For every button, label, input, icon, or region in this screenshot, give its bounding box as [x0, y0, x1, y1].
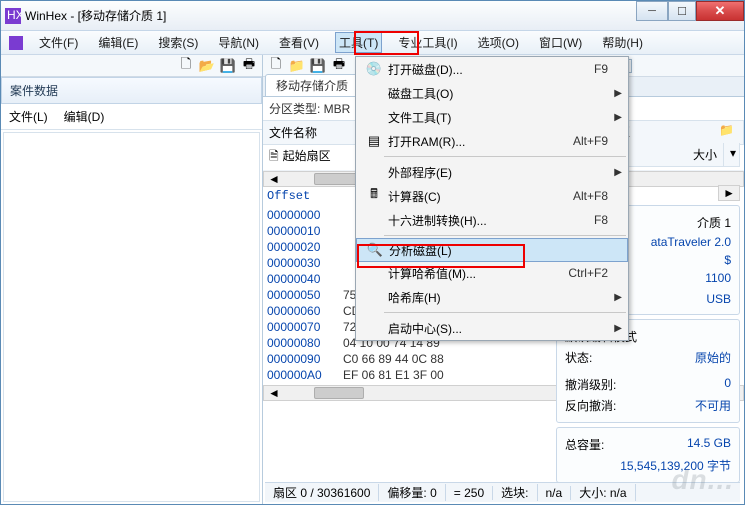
svg-text:HX: HX: [7, 8, 21, 22]
close-button[interactable]: ✕: [696, 1, 744, 21]
menu-item[interactable]: 哈希库(H)▶: [356, 285, 628, 309]
partition-type: 分区类型: MBR: [269, 100, 350, 117]
menu-window[interactable]: 窗口(W): [535, 32, 586, 53]
statusbar: 扇区 0 / 30361600 偏移量: 0 = 250 选块: n/a 大小:…: [265, 482, 740, 502]
media-title: 介质 1: [697, 214, 731, 231]
menu-item[interactable]: 十六进制转换(H)...F8: [356, 208, 628, 232]
window-title: WinHex - [移动存储介质 1]: [25, 7, 740, 24]
left-file-menu[interactable]: 文件(L): [9, 108, 48, 125]
tab-media[interactable]: 移动存储介质: [265, 74, 359, 96]
menu-item[interactable]: ▤打开RAM(R)...Alt+F9: [356, 129, 628, 153]
menubar: 文件(F) 编辑(E) 搜索(S) 导航(N) 查看(V) 工具(T) 专业工具…: [1, 31, 744, 55]
menu-nav[interactable]: 导航(N): [214, 32, 263, 53]
menu-edit[interactable]: 编辑(E): [94, 32, 142, 53]
tb-print-icon[interactable]: 🖶: [330, 57, 348, 75]
open-icon[interactable]: 📂: [198, 57, 216, 75]
tb-save-icon[interactable]: 💾: [309, 57, 327, 75]
status-sector: 扇区 0 / 30361600: [265, 484, 379, 501]
case-tree[interactable]: [3, 132, 260, 502]
menu-spec[interactable]: 专业工具(I): [394, 32, 461, 53]
menu-item[interactable]: 启动中心(S)...▶: [356, 316, 628, 340]
menu-view[interactable]: 查看(V): [275, 32, 323, 53]
menu-item[interactable]: 外部程序(E)▶: [356, 160, 628, 184]
left-edit-menu[interactable]: 编辑(D): [64, 108, 105, 125]
menu-options[interactable]: 选项(O): [474, 32, 523, 53]
disk-icon[interactable]: 💾: [219, 57, 237, 75]
menu-search[interactable]: 搜索(S): [154, 32, 202, 53]
menu-item[interactable]: 计算哈希值(M)...Ctrl+F2: [356, 261, 628, 285]
minimize-button[interactable]: ─: [636, 1, 668, 21]
menu-item[interactable]: 🔍分析磁盘(L): [356, 238, 628, 262]
case-data-pane: 🗋 📂 💾 🖶 案件数据 文件(L) 编辑(D): [1, 55, 263, 504]
folder-icon[interactable]: 📁: [719, 123, 734, 140]
file-name: 起始扇区: [283, 147, 331, 168]
media-model: ataTraveler 2.0: [651, 235, 731, 249]
new-icon[interactable]: 🗋: [177, 57, 195, 75]
tb-new-icon[interactable]: 🗋: [267, 57, 285, 75]
tools-dropdown: 💿打开磁盘(D)...F9磁盘工具(O)▶文件工具(T)▶▤打开RAM(R)..…: [355, 56, 629, 341]
menu-item[interactable]: 💿打开磁盘(D)...F9: [356, 57, 628, 81]
case-data-header: 案件数据: [1, 77, 262, 104]
menu-item[interactable]: 🖩计算器(C)Alt+F8: [356, 184, 628, 208]
menu-file[interactable]: 文件(F): [35, 32, 82, 53]
menu-help[interactable]: 帮助(H): [598, 32, 647, 53]
file-icon: 🗎: [269, 147, 279, 168]
menu-item[interactable]: 磁盘工具(O)▶: [356, 81, 628, 105]
print-icon[interactable]: 🖶: [240, 57, 258, 75]
watermark: dn...: [671, 464, 734, 496]
titlebar: HX WinHex - [移动存储介质 1] ─ ☐ ✕: [1, 1, 744, 31]
maximize-button[interactable]: ☐: [668, 1, 696, 21]
app-menu-icon[interactable]: [9, 36, 23, 50]
media-dollar: $: [724, 253, 731, 267]
menu-tools[interactable]: 工具(T): [335, 32, 382, 53]
app-icon: HX: [5, 8, 21, 24]
menu-item[interactable]: 文件工具(T)▶: [356, 105, 628, 129]
tb-open-icon[interactable]: 📁: [288, 57, 306, 75]
